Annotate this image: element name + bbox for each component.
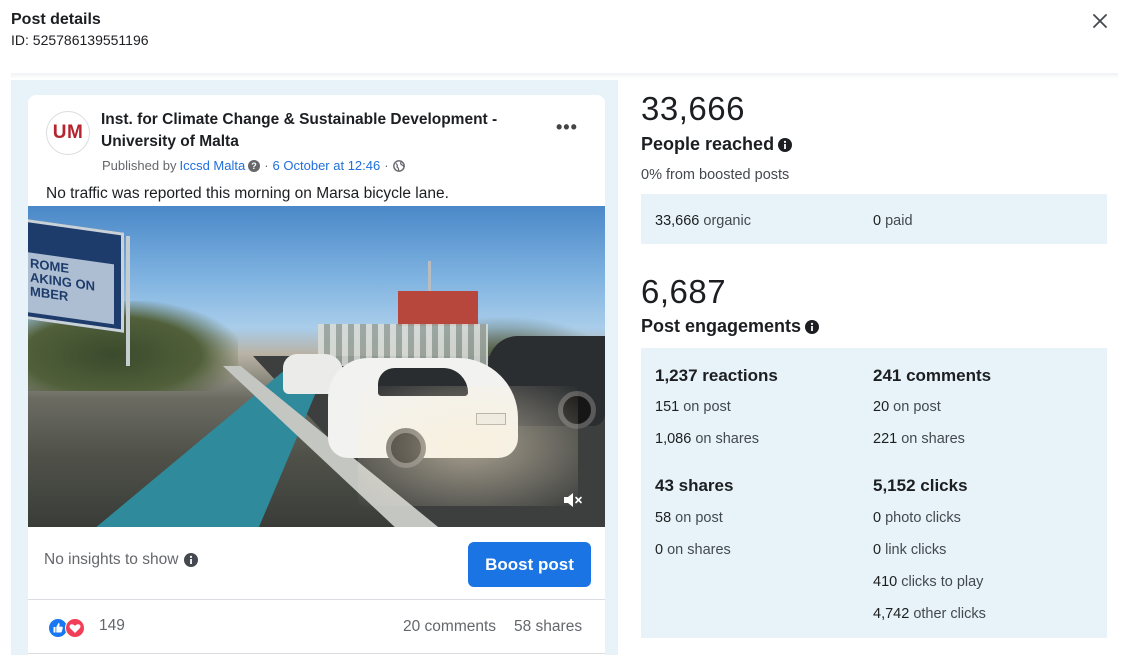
organic-label: organic [703, 213, 751, 229]
link-clicks: 0 link clicks [873, 542, 946, 558]
insights-row: No insights to show Boost post [28, 527, 605, 600]
close-icon [1093, 14, 1107, 28]
page-name-link[interactable]: Inst. for Climate Change & Sustainable D… [101, 109, 541, 153]
close-button[interactable] [1089, 10, 1111, 32]
published-by-label: Published by [102, 158, 177, 173]
page-avatar[interactable]: UM [46, 111, 90, 155]
video-scene-billboard: ROME AKING ON MBER [28, 219, 124, 333]
comments-count-link[interactable]: 20 comments [403, 618, 496, 636]
video-scene-glow [358, 386, 578, 506]
metric-value: 58 [655, 510, 672, 526]
muted-speaker-icon [564, 493, 582, 507]
paid-label: paid [885, 213, 913, 229]
metric-label: on post [683, 399, 731, 415]
people-reached-title: People reached [641, 134, 793, 155]
no-insights: No insights to show [44, 551, 199, 569]
paid-value: 0 [873, 213, 882, 229]
metric-label: on post [675, 510, 723, 526]
post-text: No traffic was reported this morning on … [46, 185, 449, 202]
post-card: UM Inst. for Climate Change & Sustainabl… [28, 95, 605, 655]
boost-post-button[interactable]: Boost post [468, 542, 591, 587]
metric-value: 1,086 [655, 431, 692, 447]
video-scene-pole [126, 236, 130, 366]
publisher-link[interactable]: Iccsd Malta [179, 158, 245, 173]
post-date-link[interactable]: 6 October at 12:46 [273, 158, 381, 173]
reactions-row: 149 20 comments 58 shares [28, 601, 605, 654]
avatar-text: UM [52, 122, 84, 143]
modal-header: Post details ID: 525786139551196 [11, 10, 149, 49]
info-icon[interactable] [805, 319, 820, 334]
metric-value: 4,742 [873, 606, 910, 622]
header-divider [11, 73, 1118, 79]
people-reached-value: 33,666 [641, 90, 745, 127]
no-insights-label: No insights to show [44, 551, 179, 568]
reaction-icons[interactable] [48, 618, 85, 638]
metric-label: on shares [695, 431, 760, 447]
video-scene-building [398, 291, 478, 326]
info-icon[interactable] [778, 137, 793, 152]
clicks-to-play: 410 clicks to play [873, 574, 983, 590]
shares-total: 43 shares [655, 476, 734, 495]
reactions-on-shares: 1,086 on shares [655, 431, 759, 447]
metric-label: on shares [667, 542, 731, 558]
modal-title: Post details [11, 11, 101, 28]
info-icon[interactable]: ? [248, 159, 261, 172]
post-engagements-title: Post engagements [641, 316, 820, 337]
post-meta: Published by Iccsd Malta ? · 6 October a… [102, 158, 405, 173]
shares-on-shares: 0 on shares [655, 542, 731, 558]
post-id: ID: 525786139551196 [11, 32, 149, 48]
billboard-text: ROME AKING ON MBER [30, 255, 95, 304]
post-engagements-value: 6,687 [641, 273, 727, 310]
metric-value: 0 [873, 542, 882, 558]
other-clicks: 4,742 other clicks [873, 606, 986, 622]
comments-total: 241 comments [873, 366, 992, 385]
metric-value: 221 [873, 431, 898, 447]
metric-label: clicks to play [901, 574, 984, 590]
metric-value: 20 [873, 399, 890, 415]
comments-on-shares: 221 on shares [873, 431, 965, 447]
paid-reach: 0 paid [873, 213, 913, 229]
metric-label: other clicks [913, 606, 986, 622]
metric-label: on post [893, 399, 941, 415]
shares-count-link[interactable]: 58 shares [514, 618, 582, 636]
meta-separator: · [264, 158, 269, 173]
comments-on-post: 20 on post [873, 399, 941, 415]
post-preview-panel: UM Inst. for Climate Change & Sustainabl… [11, 80, 618, 655]
reach-breakdown: 33,666 organic 0 paid [641, 194, 1107, 244]
organic-value: 33,666 [655, 213, 700, 229]
people-reached-label: People reached [641, 134, 775, 154]
metric-value: 151 [655, 399, 680, 415]
svg-text:?: ? [251, 161, 257, 171]
metric-label: link clicks [885, 542, 947, 558]
more-options-button[interactable]: ••• [556, 117, 578, 138]
reactions-on-post: 151 on post [655, 399, 731, 415]
info-icon[interactable] [184, 553, 199, 567]
reaction-count[interactable]: 149 [99, 617, 125, 635]
metric-value: 410 [873, 574, 898, 590]
clicks-total: 5,152 clicks [873, 476, 968, 495]
metric-value: 0 [873, 510, 882, 526]
shares-on-post: 58 on post [655, 510, 723, 526]
globe-icon [392, 159, 405, 172]
unmute-button[interactable] [560, 489, 586, 511]
metric-value: 0 [655, 542, 664, 558]
post-engagements-label: Post engagements [641, 316, 802, 336]
reactions-total: 1,237 reactions [655, 366, 778, 385]
organic-reach: 33,666 organic [655, 213, 751, 229]
post-video[interactable]: ROME AKING ON MBER [28, 206, 605, 527]
metric-label: photo clicks [885, 510, 961, 526]
boosted-share: 0% from boosted posts [641, 167, 790, 183]
love-reaction-icon [65, 618, 85, 638]
metric-label: on shares [901, 431, 965, 447]
engagement-breakdown: 1,237 reactions 151 on post 1,086 on sha… [641, 348, 1107, 638]
meta-separator: · [384, 158, 389, 173]
photo-clicks: 0 photo clicks [873, 510, 961, 526]
more-options-icon: ••• [556, 117, 578, 137]
